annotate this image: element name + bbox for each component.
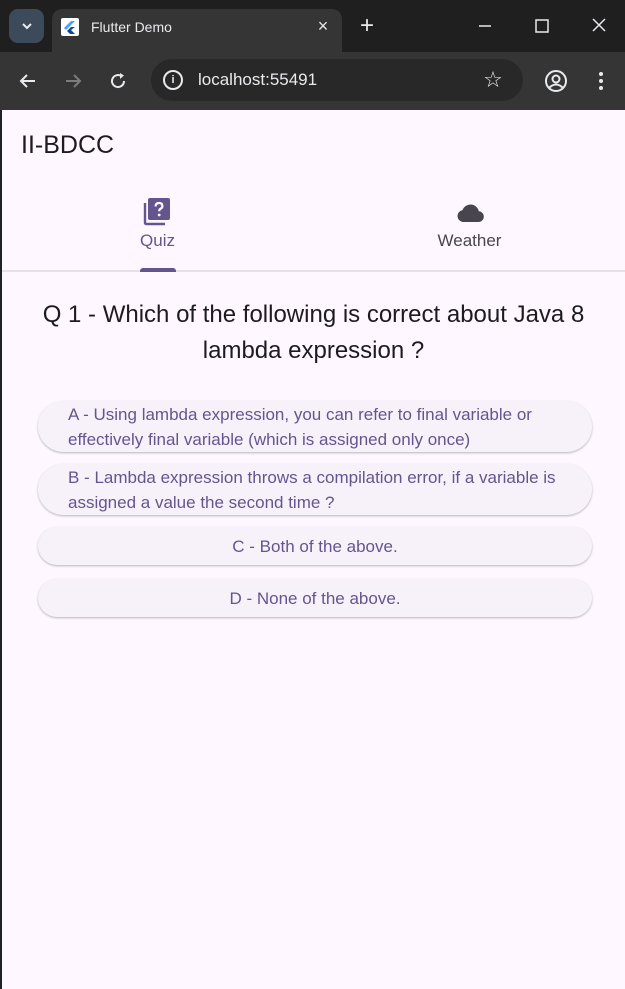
profile-button[interactable]	[541, 66, 571, 96]
answer-b-label: B - Lambda expression throws a compilati…	[68, 467, 556, 512]
reload-button[interactable]	[103, 66, 133, 96]
maximize-button[interactable]	[527, 13, 557, 39]
quiz-icon	[143, 198, 170, 226]
cloud-icon	[456, 204, 484, 223]
new-tab-button[interactable]: +	[354, 13, 380, 39]
tab-weather[interactable]: Weather	[314, 190, 625, 270]
tab-strip: Flutter Demo × +	[0, 0, 625, 52]
minimize-icon	[479, 25, 491, 27]
tab-quiz[interactable]: Quiz	[2, 190, 313, 270]
question-text: Q 1 - Which of the following is correct …	[42, 301, 585, 364]
tab-search-button[interactable]	[9, 9, 44, 43]
forward-icon	[66, 74, 82, 88]
maximize-icon	[535, 19, 549, 33]
minimize-button[interactable]	[470, 13, 500, 39]
tab-close-button[interactable]: ×	[313, 16, 333, 36]
browser-toolbar: i localhost:55491 ☆	[0, 52, 625, 110]
forward-button[interactable]	[58, 66, 88, 96]
address-bar[interactable]: i localhost:55491 ☆	[151, 59, 523, 101]
chevron-down-icon	[21, 23, 32, 30]
answer-d-label: D - None of the above.	[229, 588, 401, 608]
answer-button-d[interactable]: D - None of the above.	[38, 579, 592, 617]
info-icon[interactable]: i	[163, 70, 183, 90]
browser-chrome: Flutter Demo × + i localhost:55491 ☆	[0, 0, 625, 110]
answer-a-label: A - Using lambda expression, you can ref…	[68, 404, 532, 449]
reload-icon	[111, 73, 126, 89]
flutter-icon	[61, 18, 79, 36]
tab-indicator	[140, 268, 176, 272]
back-icon	[19, 74, 35, 88]
profile-icon	[545, 70, 567, 92]
url-text[interactable]: localhost:55491	[198, 70, 317, 90]
browser-tab[interactable]: Flutter Demo ×	[52, 9, 342, 52]
more-button[interactable]	[586, 66, 616, 96]
close-window-button[interactable]	[584, 13, 614, 39]
answer-c-label: C - Both of the above.	[232, 536, 398, 556]
tab-quiz-label: Quiz	[140, 231, 175, 250]
app-viewport: II-BDCC Quiz Weather Q 1 - Which of the …	[2, 110, 625, 989]
answer-button-a[interactable]: A - Using lambda expression, you can ref…	[38, 401, 592, 452]
more-vert-icon	[599, 72, 603, 90]
answer-button-b[interactable]: B - Lambda expression throws a compilati…	[38, 464, 592, 515]
answer-button-c[interactable]: C - Both of the above.	[38, 527, 592, 565]
tab-bar: Quiz Weather	[2, 190, 625, 272]
tab-weather-label: Weather	[437, 231, 502, 250]
star-icon[interactable]: ☆	[481, 68, 505, 92]
tab-title: Flutter Demo	[91, 19, 172, 35]
close-window-icon	[592, 18, 606, 32]
back-button[interactable]	[13, 66, 43, 96]
app-title: II-BDCC	[21, 131, 115, 159]
